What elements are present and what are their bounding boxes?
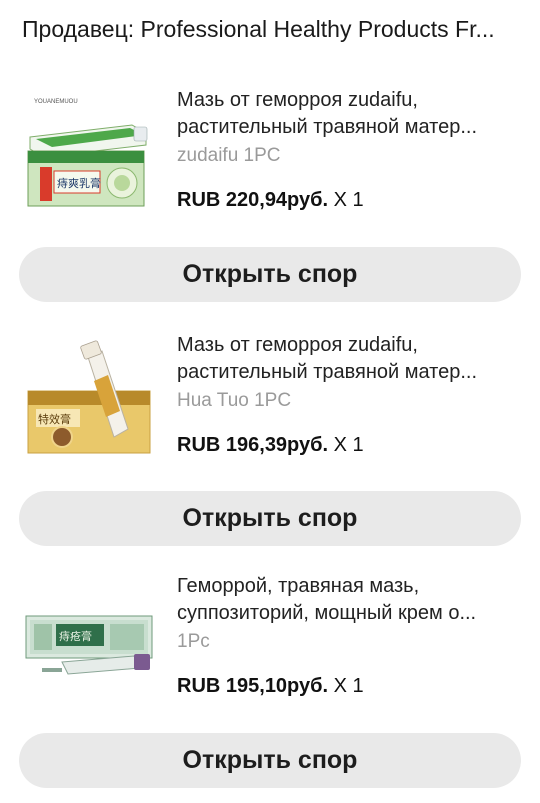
item-title[interactable]: Мазь от геморроя zudaifu, растительный т… bbox=[177, 87, 517, 141]
item-title[interactable]: Мазь от геморроя zudaifu, растительный т… bbox=[177, 332, 517, 386]
item-info: Мазь от геморроя zudaifu, растительный т… bbox=[177, 87, 517, 213]
thumb-brand: YOUANEMUOU bbox=[34, 99, 78, 105]
item-quantity: X 1 bbox=[333, 675, 364, 697]
open-dispute-button[interactable]: Открыть спор bbox=[19, 733, 521, 788]
open-dispute-button[interactable]: Открыть спор bbox=[19, 491, 521, 546]
item-title[interactable]: Геморрой, травяная мазь, суппозиторий, м… bbox=[177, 573, 517, 627]
item-price: RUB 196,39руб. bbox=[177, 434, 329, 456]
item-price: RUB 220,94руб. bbox=[177, 189, 329, 211]
item-price: RUB 195,10руб. bbox=[177, 675, 329, 697]
product-image[interactable]: 痔疮膏 bbox=[22, 578, 157, 703]
open-dispute-button[interactable]: Открыть спор bbox=[19, 247, 521, 302]
item-info: Мазь от геморроя zudaifu, растительный т… bbox=[177, 332, 517, 458]
price-row: RUB 220,94руб. X 1 bbox=[177, 187, 517, 213]
item-variant: Hua Tuo 1PC bbox=[177, 390, 292, 411]
price-row: RUB 196,39руб. X 1 bbox=[177, 432, 517, 458]
product-image[interactable]: YOUANEMUOU 痔爽乳膏 bbox=[22, 87, 157, 212]
price-row: RUB 195,10руб. X 1 bbox=[177, 673, 517, 699]
item-quantity: X 1 bbox=[333, 434, 364, 456]
item-info: Геморрой, травяная мазь, суппозиторий, м… bbox=[177, 573, 517, 699]
order-item-1: YOUANEMUOU 痔爽乳膏 Мазь от геморроя zudaifu… bbox=[0, 82, 540, 257]
item-variant: zudaifu 1PC bbox=[177, 145, 281, 166]
order-item-3: 痔疮膏 Геморрой, травяная мазь, суппозитори… bbox=[0, 570, 540, 745]
thumb-text: 痔爽乳膏 bbox=[57, 176, 101, 190]
item-quantity: X 1 bbox=[333, 189, 364, 211]
item-variant: 1Pc bbox=[177, 631, 210, 652]
product-image[interactable]: 特效膏 bbox=[22, 337, 157, 462]
thumb-text: 特效膏 bbox=[38, 412, 71, 426]
order-item-2: 特效膏 Мазь от геморроя zudaifu, растительн… bbox=[0, 327, 540, 502]
seller-name[interactable]: Продавец: Professional Healthy Products … bbox=[22, 14, 532, 44]
thumb-text: 痔疮膏 bbox=[59, 629, 92, 643]
